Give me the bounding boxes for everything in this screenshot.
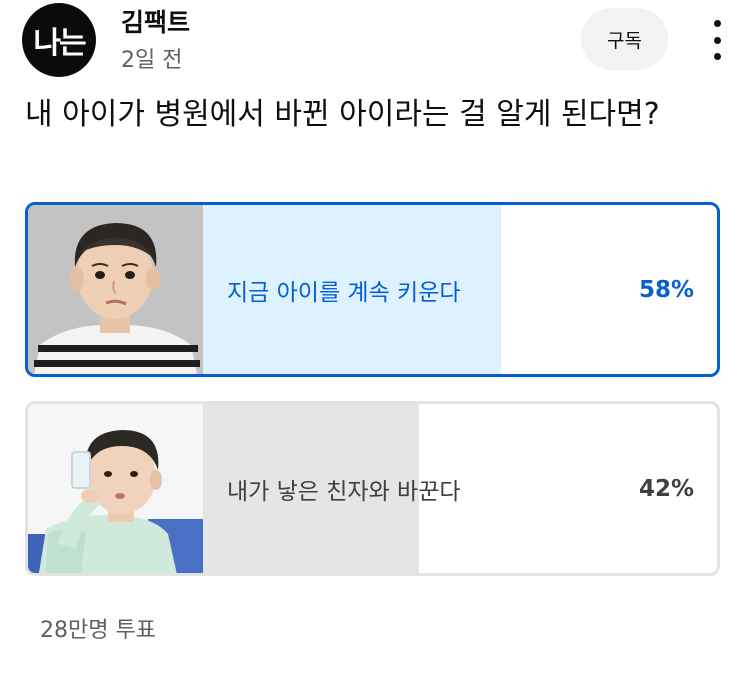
post-timestamp: 2일 전 (121, 48, 183, 73)
vote-count: 28만명 투표 (40, 618, 156, 643)
channel-name[interactable]: 김팩트 (121, 3, 190, 39)
option-2-image (28, 404, 203, 573)
more-dot (713, 36, 721, 44)
poll-question: 내 아이가 병원에서 바뀐 아이라는 걸 알게 된다면? (25, 97, 660, 132)
channel-avatar[interactable]: 나는 (22, 3, 96, 77)
poll-option-1[interactable]: 지금 아이를 계속 키운다 58% (25, 202, 720, 377)
option-1-label: 지금 아이를 계속 키운다 (227, 279, 461, 306)
poll-option-2[interactable]: 내가 낳은 친자와 바꾼다 42% (25, 401, 720, 576)
option-2-percent: 42% (638, 475, 694, 502)
option-1-image (28, 205, 203, 374)
avatar-logo-text: 나는 (33, 26, 86, 61)
boy-striped-shirt-image (28, 205, 203, 374)
subscribe-button[interactable]: 구독 (581, 8, 668, 70)
option-1-percent: 58% (638, 276, 694, 303)
more-dot (713, 20, 721, 27)
option-2-label: 내가 낳은 친자와 바꾼다 (227, 478, 461, 505)
more-options-icon[interactable] (707, 20, 727, 60)
more-dot (713, 53, 721, 60)
boy-drinking-image (28, 404, 203, 573)
